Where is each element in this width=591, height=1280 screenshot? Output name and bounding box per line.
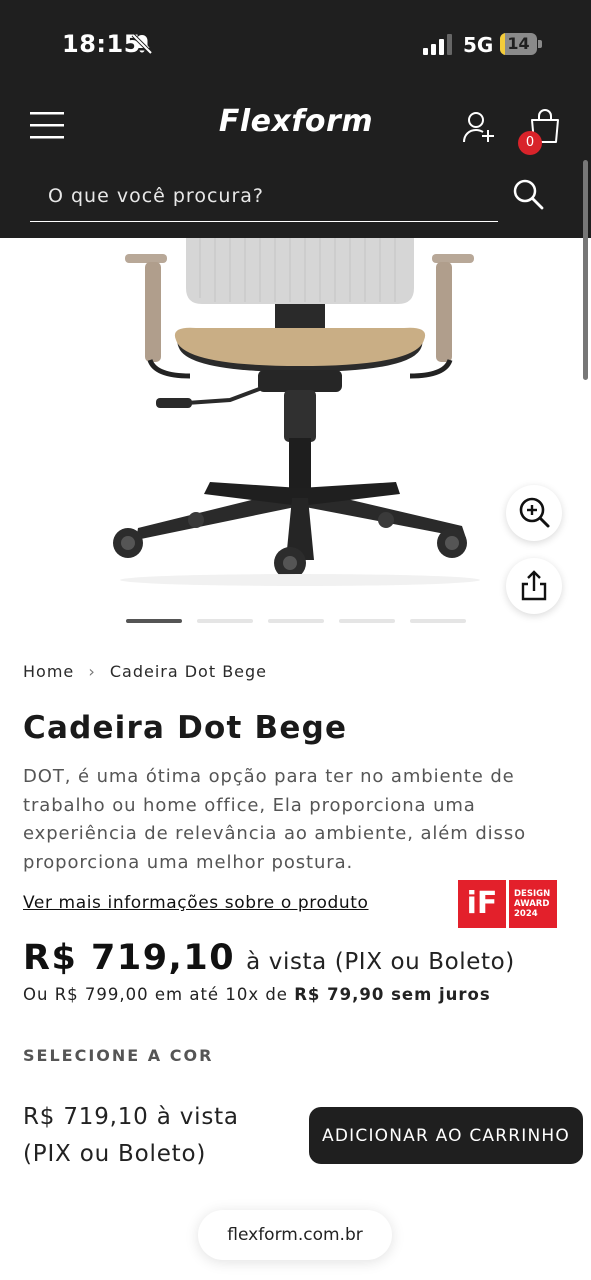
battery-icon: 14 bbox=[500, 33, 542, 55]
design-award-badge: iF DESIGN AWARD 2024 bbox=[458, 880, 557, 928]
carousel-dot[interactable] bbox=[410, 619, 466, 623]
office-chair-image bbox=[113, 238, 480, 586]
status-bar: 18:15 5G 14 bbox=[0, 0, 591, 90]
more-info-link[interactable]: Ver mais informações sobre o produto bbox=[23, 893, 369, 913]
installment-value: R$ 79,90 sem juros bbox=[294, 985, 491, 1004]
cart-count-badge: 0 bbox=[518, 131, 542, 155]
product-image[interactable] bbox=[0, 238, 591, 608]
add-user-icon[interactable] bbox=[462, 110, 496, 144]
breadcrumb: Home › Cadeira Dot Bege bbox=[23, 662, 267, 681]
if-logo: iF bbox=[458, 880, 506, 928]
network-label: 5G bbox=[463, 33, 494, 57]
zoom-button[interactable] bbox=[506, 485, 562, 541]
header: 18:15 5G 14 Flexform 0 O que você procur… bbox=[0, 0, 591, 238]
brand-logo[interactable]: Flexform bbox=[208, 104, 384, 144]
carousel-dot[interactable] bbox=[197, 619, 253, 623]
price-block: R$ 719,10 à vista (PIX ou Boleto) bbox=[23, 938, 515, 978]
search-icon[interactable] bbox=[512, 178, 544, 210]
carousel-dot[interactable] bbox=[268, 619, 324, 623]
bell-muted-icon bbox=[131, 33, 153, 55]
hamburger-menu-icon[interactable] bbox=[30, 110, 64, 142]
add-to-cart-button[interactable]: ADICIONAR AO CARRINHO bbox=[309, 1107, 583, 1164]
search-input[interactable] bbox=[30, 170, 498, 222]
color-selector-label: SELECIONE A COR bbox=[23, 1046, 214, 1065]
zoom-in-icon bbox=[519, 497, 550, 528]
chevron-right-icon: › bbox=[88, 662, 96, 681]
product-price: R$ 719,10 bbox=[23, 938, 236, 978]
breadcrumb-home[interactable]: Home bbox=[23, 662, 74, 681]
signal-icon bbox=[423, 34, 452, 55]
battery-level: 14 bbox=[507, 34, 530, 53]
carousel-dot[interactable] bbox=[126, 619, 182, 623]
price-payment-note: à vista (PIX ou Boleto) bbox=[246, 949, 515, 975]
award-label: DESIGN AWARD 2024 bbox=[509, 880, 557, 928]
share-button[interactable] bbox=[506, 558, 562, 614]
sticky-price: R$ 719,10 à vista (PIX ou Boleto) bbox=[23, 1104, 239, 1167]
carousel-dot[interactable] bbox=[339, 619, 395, 623]
share-icon bbox=[521, 570, 547, 601]
browser-url-pill[interactable]: flexform.com.br bbox=[198, 1210, 392, 1260]
breadcrumb-current: Cadeira Dot Bege bbox=[109, 662, 268, 681]
product-description: DOT, é uma ótima opção para ter no ambie… bbox=[23, 766, 527, 873]
product-title: Cadeira Dot Bege bbox=[23, 710, 348, 746]
installments-info: Ou R$ 799,00 em até 10x de R$ 79,90 sem … bbox=[23, 985, 491, 1004]
